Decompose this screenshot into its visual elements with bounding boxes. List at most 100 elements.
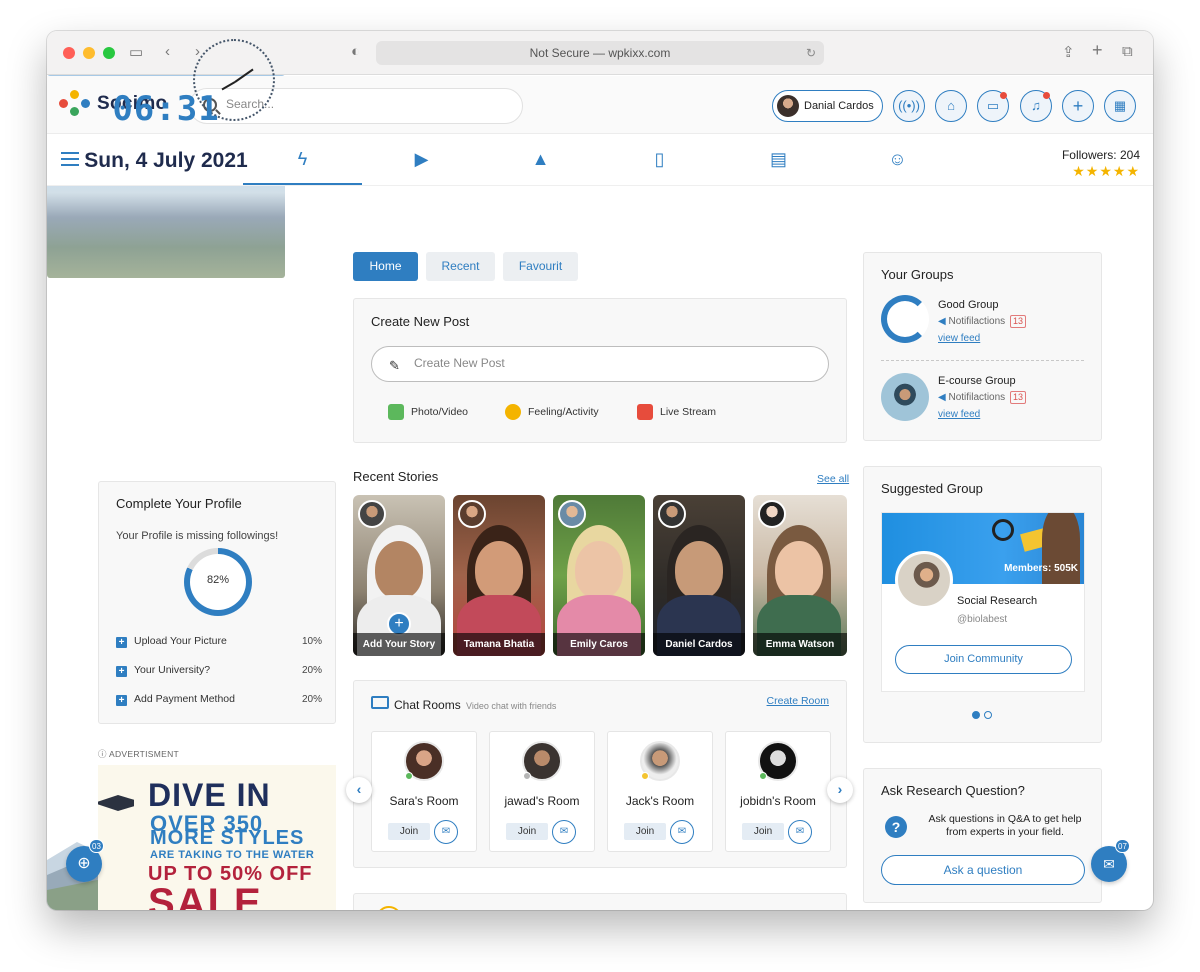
carousel-dot[interactable] [984,711,992,719]
live-stream-button[interactable]: Live Stream [637,404,716,420]
messenger-icon[interactable]: ✉ [670,820,694,844]
room-name: Sara's Room [389,794,459,808]
live-button[interactable]: ((•)) [893,90,925,122]
traffic-lights [63,47,115,59]
messenger-icon: ✉ [1103,856,1115,872]
messages-button[interactable]: ▭ [977,90,1009,122]
chevron-left-icon[interactable]: ‹ [346,777,372,803]
apps-button[interactable]: ▦ [1104,90,1136,122]
feeling-activity-button[interactable]: Feeling/Activity [505,404,599,420]
create-room-link[interactable]: Create Room [767,695,829,707]
airplay-icon: ▲ [531,149,550,169]
see-all-link[interactable]: See all [817,473,849,485]
create-post-box[interactable]: ✎ [371,346,829,382]
join-room-button[interactable]: Join [742,823,784,840]
tab-groups[interactable]: ☺ [838,134,957,185]
notifications-button[interactable]: ♫ [1020,90,1052,122]
reload-icon[interactable]: ↻ [806,41,816,65]
messenger-button[interactable]: ✉ 07 [1091,839,1130,882]
story-card[interactable]: Tamana Bhatia [453,495,545,656]
profile-task-item[interactable]: + Add Payment Method 20% [116,693,322,706]
story-card-add[interactable]: + Add Your Story [353,495,445,656]
messenger-icon[interactable]: ✉ [552,820,576,844]
tab-books[interactable]: ▯ [600,134,719,185]
create-post-input[interactable] [414,356,794,370]
create-button[interactable]: + [1062,90,1094,122]
chat-rooms-title-wrap: Chat Rooms Video chat with friends [394,698,556,712]
story-figure [775,541,823,599]
post-action-label: Live Stream [660,406,717,418]
story-avatar [658,500,686,528]
profile-task-pct: 20% [301,694,322,705]
group-noti-label: Notifilactions [948,316,1006,327]
tab-live[interactable]: ▲ [481,134,600,185]
group-avatar [895,551,953,609]
tab-pages[interactable]: ▤ [719,134,838,185]
profile-task-pct: 10% [301,636,322,647]
address-bar[interactable]: Not Secure — wpkixx.com ↻ [376,41,824,65]
story-card[interactable]: Emily Caros [553,495,645,656]
user-name: Danial Cardos [804,100,874,112]
video-icon: ▶ [414,149,429,169]
feed-tab-favourit[interactable]: Favourit [503,252,578,281]
join-room-button[interactable]: Join [388,823,430,840]
plus-icon: + [1072,96,1084,116]
group-notifications: ◀ Notifilactions 13 [938,315,1026,328]
room-name: jawad's Room [504,794,580,808]
advert-label: ⓘ ADVERTISMENT [98,748,179,760]
story-name: Tamana Bhatia [453,633,545,656]
messenger-icon[interactable]: ✉ [788,820,812,844]
room-name: jobidn's Room [740,794,816,808]
close-window-button[interactable] [63,47,75,59]
view-feed-link[interactable]: view feed [938,333,980,344]
chevron-right-icon[interactable]: › [827,777,853,803]
carousel-dot[interactable] [972,711,980,719]
home-button[interactable]: ⌂ [935,90,967,122]
suggested-group-card: Suggested Group Members: 505K Social Res… [863,466,1102,743]
group-name[interactable]: Good Group [938,299,999,311]
view-feed-link[interactable]: view feed [938,409,980,420]
share-icon[interactable]: ⇪ [1062,43,1075,61]
back-icon[interactable]: ‹ [165,43,170,60]
story-figure [675,541,723,599]
tab-videos[interactable]: ▶ [362,134,481,185]
tab-overview-icon[interactable]: ⧉ [1122,43,1133,60]
zoom-window-button[interactable] [103,47,115,59]
divider [881,360,1084,361]
chat-rooms-title: Chat Rooms [394,698,461,712]
clock-time: 06:31 [112,89,220,129]
feather-icon: ✎ [389,358,400,373]
plus-icon: + [116,695,127,706]
ask-question-title: Ask Research Question? [881,783,1025,798]
feed-tab-home[interactable]: Home [353,252,418,281]
advert-banner[interactable]: DIVE IN OVER 350 MORE STYLES ARE TAKING … [98,765,336,910]
story-card[interactable]: Emma Watson [753,495,847,656]
browser-window: ▭ ‹ › ◐ Not Secure — wpkixx.com ↻ ⇪ + ⧉ … [47,31,1153,910]
room-status-dot [641,772,649,780]
cart-button[interactable]: ⊕ 03 [66,839,104,882]
messenger-icon[interactable]: ✉ [434,820,458,844]
user-profile-chip[interactable]: Danial Cardos [772,90,883,122]
create-post-card: Create New Post ✎ Photo/Video Feeling/Ac… [353,298,847,443]
group-name[interactable]: E-course Group [938,375,1016,387]
photo-video-button[interactable]: Photo/Video [388,404,468,420]
feed-tab-recent[interactable]: Recent [426,252,495,281]
story-avatar [458,500,486,528]
profile-task-item[interactable]: + Your University? 20% [116,664,322,677]
join-room-button[interactable]: Join [624,823,666,840]
story-card[interactable]: Daniel Cardos [653,495,745,656]
group-name[interactable]: Social Research [957,595,1037,607]
minimize-window-button[interactable] [83,47,95,59]
sidebar-toggle-icon[interactable]: ▭ [129,43,143,61]
join-community-button[interactable]: Join Community [895,645,1072,674]
ask-question-button[interactable]: Ask a question [881,855,1085,885]
privacy-shield-icon[interactable]: ◐ [351,43,360,60]
followers-count: Followers: 204 [1061,148,1140,162]
magnifier-illustration [992,519,1014,541]
avatar [777,95,799,117]
post-action-label: Photo/Video [411,406,469,418]
join-room-button[interactable]: Join [506,823,548,840]
new-tab-icon[interactable]: + [1092,40,1103,61]
smile-icon [505,404,521,420]
profile-task-item[interactable]: + Upload Your Picture 10% [116,635,322,648]
